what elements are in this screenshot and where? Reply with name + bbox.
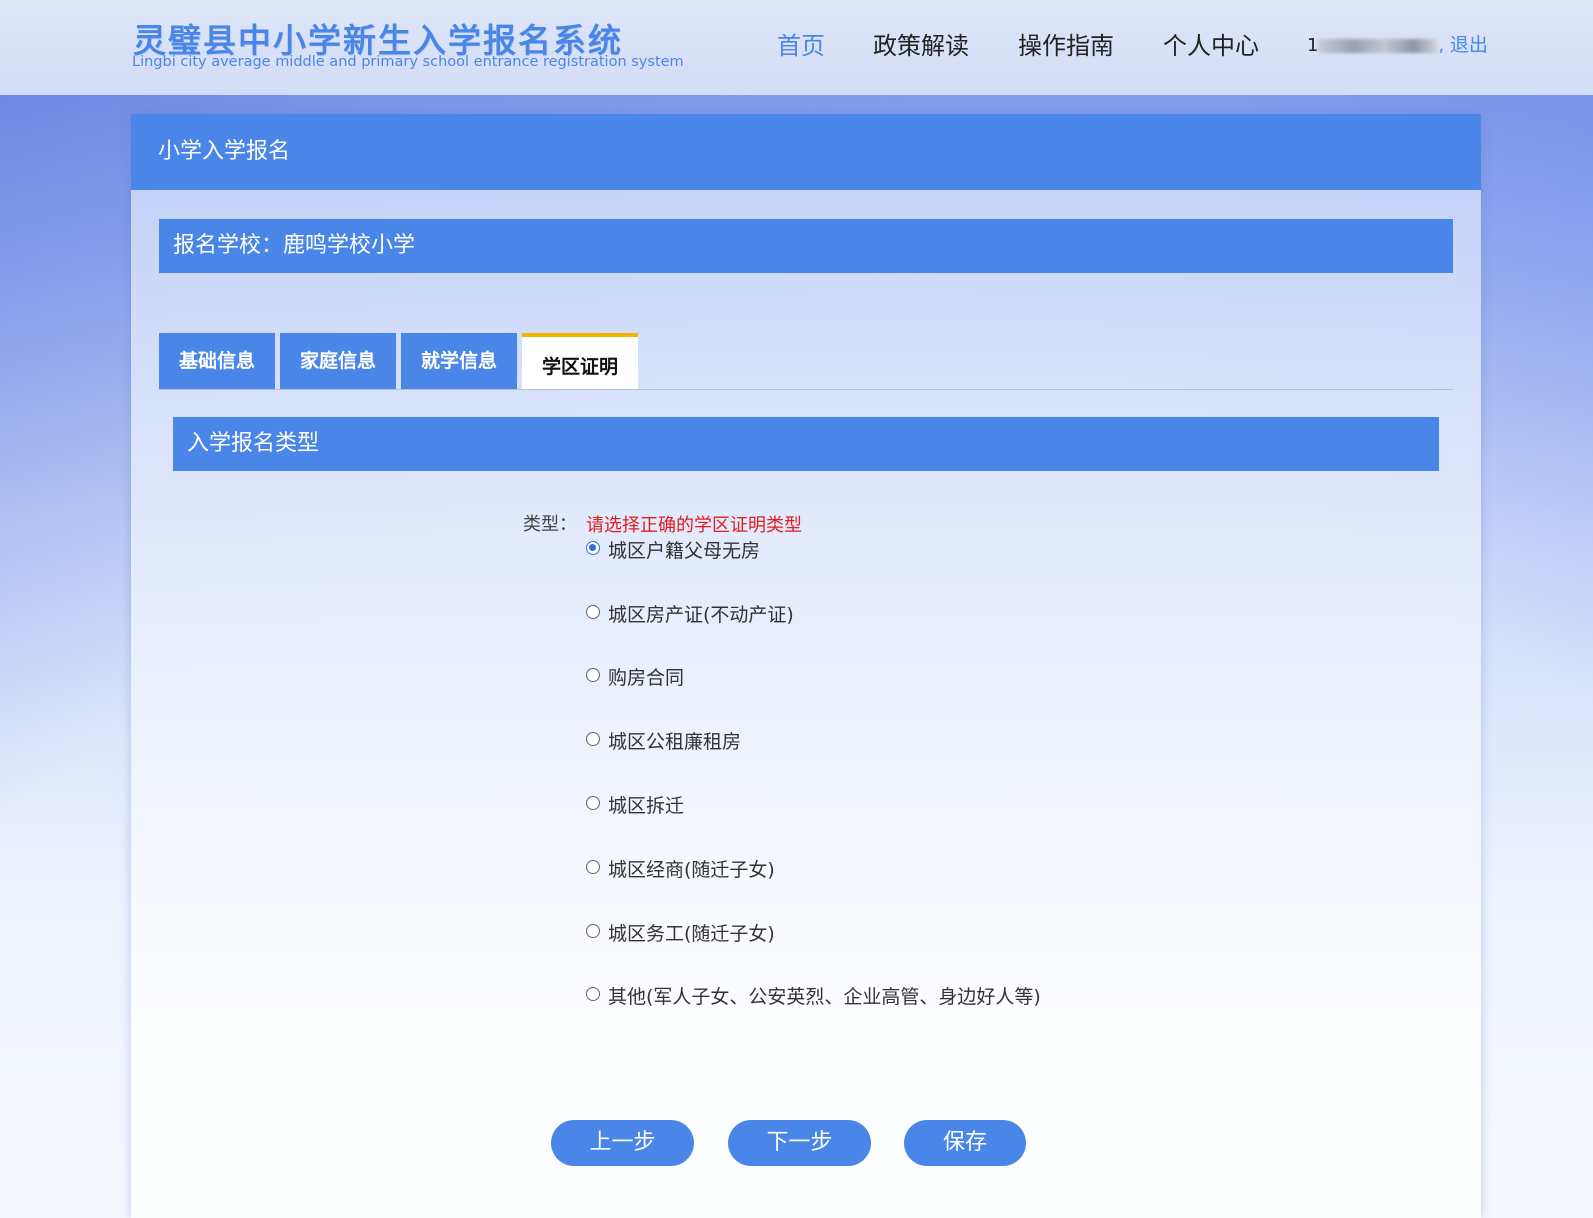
option-label: 城区拆迁: [608, 795, 685, 817]
radio-icon[interactable]: [586, 731, 600, 746]
radio-icon[interactable]: [586, 795, 600, 810]
option-label: 其他(军人子女、公安英烈、企业高管、身边好人等): [608, 986, 1041, 1008]
tabs-divider: [159, 389, 1453, 390]
nav-home[interactable]: 首页: [777, 26, 825, 61]
option-label: 城区房产证(不动产证): [608, 604, 794, 626]
option-business[interactable]: 城区经商(随迁子女): [586, 855, 775, 882]
site-logo-subtitle: Lingbi city average middle and primary s…: [132, 54, 684, 70]
option-label: 城区公租廉租房: [608, 731, 742, 753]
tab-school-info[interactable]: 就学信息: [401, 333, 517, 390]
option-label: 城区务工(随迁子女): [608, 923, 775, 945]
section-title: 入学报名类型: [173, 417, 1439, 471]
tab-basic-info[interactable]: 基础信息: [159, 333, 275, 390]
tab-family-info[interactable]: 家庭信息: [280, 333, 396, 390]
type-hint: 请选择正确的学区证明类型: [586, 515, 802, 536]
option-relocation[interactable]: 城区拆迁: [586, 791, 684, 818]
next-button[interactable]: 下一步: [728, 1120, 871, 1166]
username-redacted: [1318, 39, 1439, 53]
type-label: 类型：: [523, 514, 577, 535]
school-bar: 报名学校：鹿鸣学校小学: [159, 219, 1453, 273]
username: 1: [1307, 35, 1319, 56]
nav-personal-center[interactable]: 个人中心: [1163, 26, 1259, 61]
nav-policy[interactable]: 政策解读: [873, 26, 969, 61]
logout-link[interactable]: 退出: [1450, 34, 1488, 56]
nav-guide[interactable]: 操作指南: [1018, 26, 1114, 61]
radio-icon[interactable]: [586, 604, 600, 619]
user-info: 1, 退出: [1307, 34, 1488, 56]
option-label: 城区户籍父母无房: [608, 540, 761, 562]
radio-checked-icon[interactable]: [586, 540, 600, 555]
option-label: 城区经商(随迁子女): [608, 859, 775, 881]
tab-district-proof[interactable]: 学区证明: [522, 333, 638, 390]
option-other[interactable]: 其他(军人子女、公安英烈、企业高管、身边好人等): [586, 982, 1041, 1009]
option-purchase-contract[interactable]: 购房合同: [586, 663, 684, 690]
option-no-house[interactable]: 城区户籍父母无房: [586, 536, 760, 563]
registration-card: 小学入学报名 报名学校：鹿鸣学校小学 基础信息 家庭信息 就学信息 学区证明 入…: [131, 114, 1481, 1218]
option-property-certificate[interactable]: 城区房产证(不动产证): [586, 600, 794, 627]
top-header: 灵璧县中小学新生入学报名系统 Lingbi city average middl…: [0, 0, 1593, 95]
radio-icon[interactable]: [586, 986, 600, 1001]
prev-button[interactable]: 上一步: [551, 1120, 694, 1166]
option-worker[interactable]: 城区务工(随迁子女): [586, 919, 775, 946]
radio-icon[interactable]: [586, 923, 600, 938]
option-label: 购房合同: [608, 667, 685, 689]
option-public-rental[interactable]: 城区公租廉租房: [586, 727, 741, 754]
save-button[interactable]: 保存: [904, 1120, 1026, 1166]
radio-icon[interactable]: [586, 859, 600, 874]
card-title: 小学入学报名: [131, 114, 1481, 190]
radio-icon[interactable]: [586, 667, 600, 682]
